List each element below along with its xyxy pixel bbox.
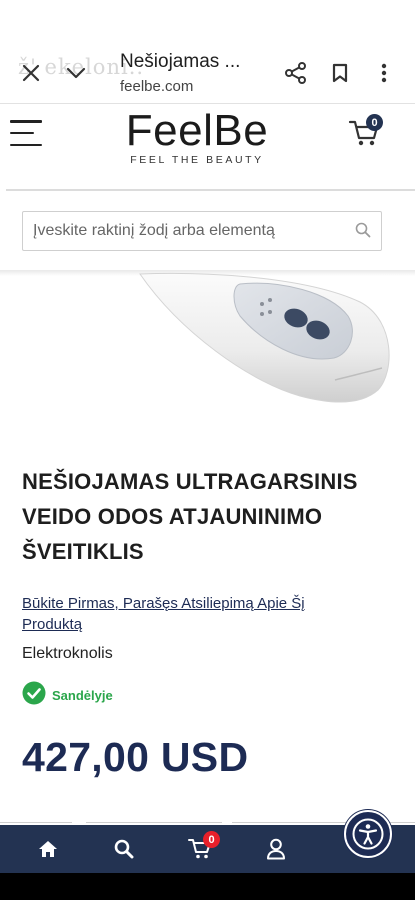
stock-label: Sandėlyje	[52, 687, 113, 703]
share-icon[interactable]	[281, 58, 311, 88]
product-image[interactable]	[0, 272, 415, 437]
search-box	[22, 211, 382, 251]
search-icon[interactable]	[355, 222, 373, 240]
check-circle-icon	[22, 681, 46, 710]
account-icon[interactable]	[251, 825, 301, 873]
accessibility-icon[interactable]	[344, 810, 392, 858]
search-icon[interactable]	[99, 825, 149, 873]
stock-status: Sandėlyje	[22, 681, 113, 710]
product-price: 427,00 USD	[22, 734, 249, 780]
page-url[interactable]: feelbe.com	[120, 78, 193, 95]
browser-toolbar: ž' ekeloni.. Nešiojamas ... feelbe.com	[0, 0, 415, 104]
search-input[interactable]	[23, 212, 348, 250]
logo[interactable]: FeelBe FEEL THE BEAUTY	[112, 106, 282, 166]
header-divider	[6, 189, 415, 191]
home-icon[interactable]	[23, 825, 73, 873]
cart-icon[interactable]	[175, 825, 225, 873]
menu-icon[interactable]	[10, 120, 42, 146]
more-options-icon[interactable]	[369, 58, 399, 88]
product-brand[interactable]: Elektroknolis	[22, 645, 113, 663]
write-review-link[interactable]: Būkite Pirmas, Parašęs Atsiliepimą Apie …	[22, 593, 322, 635]
page-title: Nešiojamas ...	[120, 51, 241, 72]
bookmark-icon[interactable]	[325, 58, 355, 88]
product-title: NEŠIOJAMAS ULTRAGARSINIS VEIDO ODOS ATJA…	[22, 469, 358, 564]
system-navigation-bar	[0, 873, 415, 900]
logo-text: FeelBe	[125, 106, 269, 155]
logo-tagline: FEEL THE BEAUTY	[130, 154, 264, 166]
nav-cart-count-badge: 0	[203, 831, 220, 848]
cart-count-badge: 0	[366, 114, 383, 131]
close-icon[interactable]	[16, 58, 46, 88]
site-header: FeelBe FEEL THE BEAUTY 0	[0, 104, 415, 190]
chevron-down-icon[interactable]	[61, 58, 91, 88]
